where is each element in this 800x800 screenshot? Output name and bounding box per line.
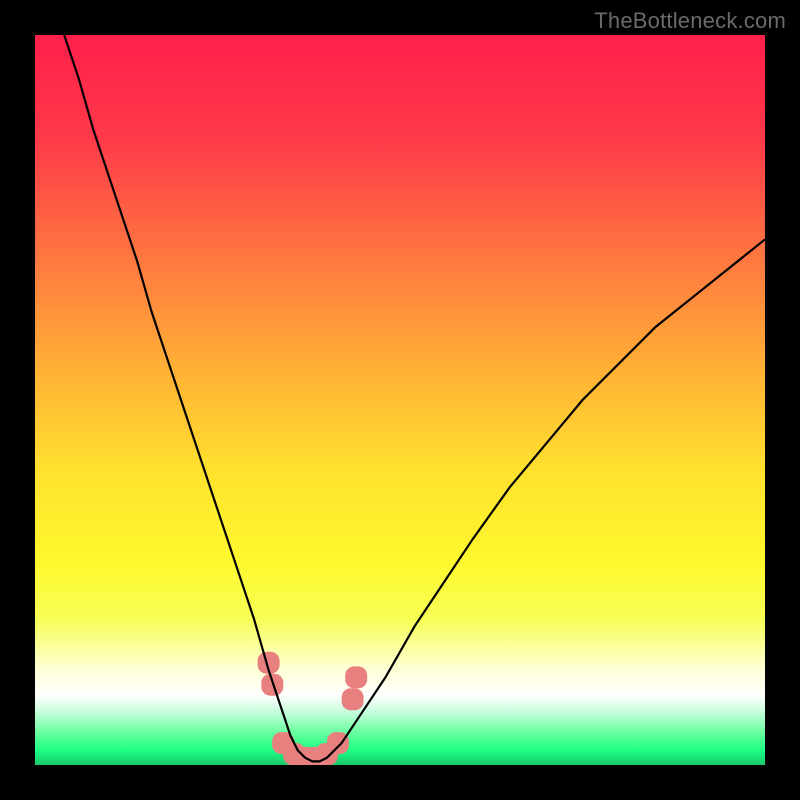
plot-area	[35, 35, 765, 765]
chart-container: TheBottleneck.com	[0, 0, 800, 800]
curve-layer	[35, 35, 765, 765]
curve-marker	[345, 666, 367, 688]
curve-marker	[342, 688, 364, 710]
curve-marker	[261, 674, 283, 696]
marker-group	[258, 652, 368, 765]
bottleneck-curve	[64, 35, 765, 761]
watermark-text: TheBottleneck.com	[594, 8, 786, 34]
